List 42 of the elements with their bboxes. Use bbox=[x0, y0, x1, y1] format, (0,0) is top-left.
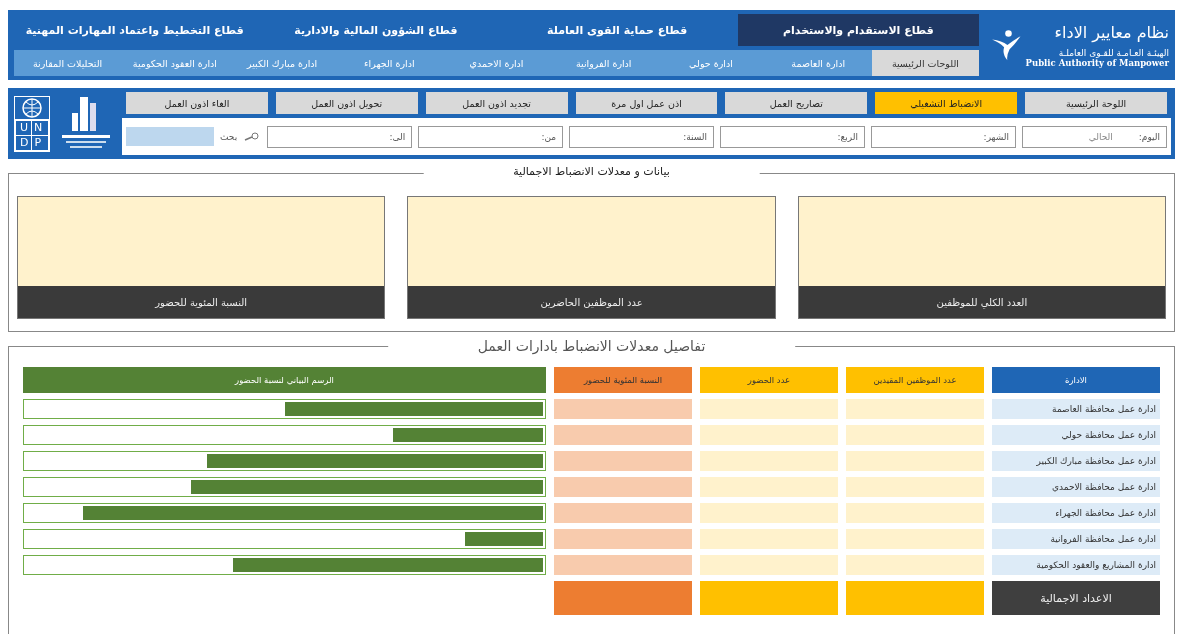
kpi-label: عدد الموظفين الحاضرين bbox=[408, 286, 775, 318]
sector-tab[interactable]: قطاع الاستقدام والاستخدام bbox=[737, 14, 979, 47]
department-name: ادارة عمل محافظة العاصمة bbox=[992, 399, 1160, 419]
department-tab[interactable]: اللوحات الرئيسية bbox=[871, 50, 979, 76]
department-name: ادارة المشاريع والعقود الحكومية bbox=[992, 555, 1160, 575]
page-button[interactable]: الغاء اذون العمل bbox=[126, 92, 268, 114]
department-name: ادارة عمل محافظة الجهراء bbox=[992, 503, 1160, 523]
page-button[interactable]: اللوحة الرئيسية bbox=[1025, 92, 1167, 114]
section-title: بيانات و معدلات الانضباط الاجمالية bbox=[423, 165, 760, 178]
section-title: تفاصيل معدلات الانضباط بادارات العمل bbox=[387, 338, 796, 354]
department-name: ادارة عمل محافظة حولي bbox=[992, 425, 1160, 445]
filter-field[interactable]: الربع: bbox=[720, 125, 866, 148]
search-field[interactable] bbox=[126, 127, 215, 146]
page-button[interactable]: تحويل اذون العمل bbox=[275, 92, 418, 114]
search-icon[interactable] bbox=[243, 131, 262, 142]
department-name: ادارة عمل محافظة مبارك الكبير bbox=[992, 451, 1160, 471]
column-header: عدد الحضور bbox=[700, 367, 838, 393]
column-header: الادارة bbox=[992, 367, 1160, 393]
page-button[interactable]: الانضباط التشغيلي bbox=[875, 92, 1018, 114]
sector-tab[interactable]: قطاع الشؤون المالية والادارية bbox=[255, 14, 497, 47]
department-name: ادارة عمل محافظة الاحمدي bbox=[992, 477, 1160, 497]
kpi-label: النسبة المئوية للحضور bbox=[18, 286, 385, 318]
filter-field[interactable]: الشهر: bbox=[871, 125, 1017, 148]
column-header: عدد الموظفين المقيدين bbox=[846, 367, 984, 393]
filter-field[interactable]: اليوم: الحالي bbox=[1022, 125, 1167, 148]
authority-name: Public Authority of Manpower bbox=[1025, 57, 1169, 68]
search-label: بحث bbox=[220, 131, 238, 142]
page-button[interactable]: تجديد اذون العمل bbox=[425, 92, 568, 114]
page-button[interactable]: تصاريح العمل bbox=[725, 92, 868, 114]
filter-field[interactable]: من: bbox=[418, 125, 564, 148]
department-name: ادارة عمل محافظة الفروانية bbox=[992, 529, 1160, 549]
kpi-label: العدد الكلي للموظفين bbox=[798, 286, 1165, 318]
filter-field[interactable]: الى: bbox=[267, 125, 413, 148]
sector-tab[interactable]: قطاع حماية القوى العاملة bbox=[496, 14, 738, 47]
page-button[interactable]: اذن عمل اول مرة bbox=[575, 92, 718, 114]
column-header: النسبة المئوية للحضور bbox=[554, 367, 692, 393]
filter-field[interactable]: السنة: bbox=[569, 125, 715, 148]
sector-tab[interactable]: قطاع التخطيط واعتماد المهارات المهنية bbox=[14, 14, 256, 47]
authority-name: الهيئـة العـامـة للقـوى العاملـة bbox=[1057, 47, 1169, 58]
system-title: نظام معايير الاداء bbox=[1053, 22, 1169, 42]
total-label: الاعداد الاجمالية bbox=[992, 581, 1160, 615]
column-header: الرسم البياني لنسبة الحضور bbox=[23, 367, 546, 393]
